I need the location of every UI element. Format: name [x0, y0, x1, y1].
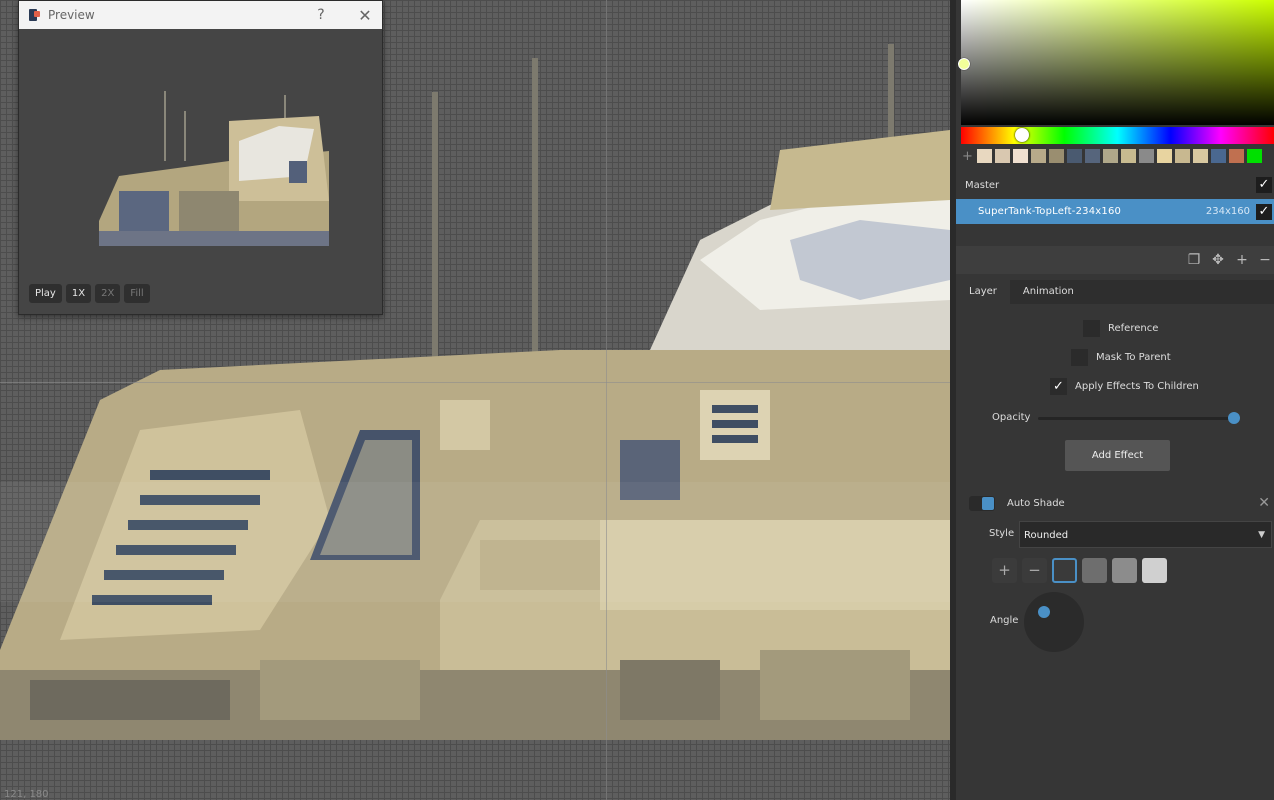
- tab-animation[interactable]: Animation: [1010, 280, 1087, 304]
- chevron-down-icon: ▼: [1258, 530, 1265, 540]
- palette-swatch[interactable]: [1049, 149, 1064, 163]
- add-shade-button[interactable]: +: [992, 558, 1017, 583]
- preview-titlebar[interactable]: Preview ? ✕: [19, 1, 382, 29]
- palette-swatch[interactable]: [1121, 149, 1136, 163]
- effect-header: Auto Shade ✕: [969, 495, 1274, 511]
- palette-swatch[interactable]: [1211, 149, 1226, 163]
- palette-swatch[interactable]: [1085, 149, 1100, 163]
- apply-effects-option[interactable]: ✓ Apply Effects To Children: [1050, 378, 1199, 395]
- hue-slider-handle[interactable]: [1015, 128, 1029, 142]
- layer-master-label: Master: [965, 179, 1000, 191]
- shade-swatch[interactable]: [1112, 558, 1137, 583]
- preview-window[interactable]: Preview ? ✕ Play 1X 2X Fill: [18, 0, 383, 315]
- zoom-2x-button[interactable]: 2X: [95, 284, 121, 303]
- add-effect-button[interactable]: Add Effect: [1065, 440, 1170, 471]
- right-panel: + Master ✓ SuperTank-TopLeft-234x160 234…: [956, 0, 1274, 800]
- style-select-value: Rounded: [1024, 530, 1069, 541]
- palette-swatch[interactable]: [1175, 149, 1190, 163]
- shade-swatch[interactable]: [1142, 558, 1167, 583]
- layer-selected-size: 234x160: [1205, 206, 1250, 217]
- palette-row: +: [961, 148, 1274, 164]
- opacity-slider-thumb[interactable]: [1228, 412, 1240, 424]
- palette-swatch[interactable]: [1157, 149, 1172, 163]
- preview-title: Preview: [48, 8, 95, 22]
- mask-to-parent-option[interactable]: Mask To Parent: [1071, 349, 1171, 366]
- saturation-value-picker[interactable]: [961, 0, 1274, 125]
- layer-selected-label: SuperTank-TopLeft-234x160: [978, 206, 1122, 217]
- close-icon[interactable]: ✕: [354, 6, 376, 25]
- play-button[interactable]: Play: [29, 284, 62, 303]
- remove-shade-button[interactable]: −: [1022, 558, 1047, 583]
- add-swatch-icon[interactable]: +: [961, 149, 974, 164]
- sv-picker-handle[interactable]: [958, 58, 970, 70]
- hue-slider[interactable]: [961, 127, 1274, 144]
- shade-swatch-row: + −: [992, 558, 1167, 583]
- shade-swatch[interactable]: [1082, 558, 1107, 583]
- opacity-slider[interactable]: [1038, 417, 1234, 420]
- angle-dial[interactable]: [1024, 592, 1084, 652]
- shade-swatch[interactable]: [1052, 558, 1077, 583]
- palette-swatch[interactable]: [1139, 149, 1154, 163]
- remove-effect-icon[interactable]: ✕: [1258, 495, 1270, 511]
- zoom-1x-button[interactable]: 1X: [65, 284, 92, 303]
- apply-effects-label: Apply Effects To Children: [1075, 381, 1199, 392]
- reference-checkbox[interactable]: [1083, 320, 1100, 337]
- effect-name: Auto Shade: [1007, 497, 1065, 509]
- cursor-coords: 121, 180: [4, 789, 49, 800]
- help-icon[interactable]: ?: [310, 7, 332, 23]
- palette-swatch[interactable]: [1067, 149, 1082, 163]
- effect-toggle[interactable]: [969, 495, 995, 511]
- reference-label: Reference: [1108, 323, 1159, 334]
- layer-master-visibility-checkbox[interactable]: ✓: [1256, 177, 1272, 193]
- panel-tabs: Layer Animation: [956, 280, 1274, 304]
- mask-to-parent-label: Mask To Parent: [1096, 352, 1171, 363]
- preview-thumbnail: [99, 91, 329, 246]
- horizontal-guide: [0, 382, 950, 383]
- reference-option[interactable]: Reference: [1083, 320, 1158, 337]
- palette-swatch[interactable]: [1193, 149, 1208, 163]
- palette-swatch[interactable]: [977, 149, 992, 163]
- style-label: Style: [989, 528, 1015, 539]
- palette-swatch[interactable]: [1247, 149, 1262, 163]
- vertical-guide: [606, 0, 607, 800]
- tab-layer[interactable]: Layer: [956, 280, 1010, 304]
- palette-swatch[interactable]: [995, 149, 1010, 163]
- palette-swatch[interactable]: [1229, 149, 1244, 163]
- palette-swatch[interactable]: [1103, 149, 1118, 163]
- layer-master[interactable]: Master ✓: [956, 173, 1274, 197]
- add-layer-icon[interactable]: +: [1234, 252, 1250, 268]
- fill-button[interactable]: Fill: [124, 284, 150, 303]
- style-select[interactable]: Rounded ▼: [1019, 521, 1272, 548]
- layer-toolbar: ❐ ✥ + −: [956, 246, 1274, 274]
- opacity-label: Opacity: [992, 412, 1031, 423]
- palette-swatch[interactable]: [1013, 149, 1028, 163]
- angle-label: Angle: [990, 615, 1019, 626]
- palette-swatch[interactable]: [1031, 149, 1046, 163]
- mask-to-parent-checkbox[interactable]: [1071, 349, 1088, 366]
- angle-dial-handle[interactable]: [1038, 606, 1050, 618]
- layer-selected-visibility-checkbox[interactable]: ✓: [1256, 203, 1272, 220]
- move-layer-icon[interactable]: ✥: [1210, 252, 1226, 268]
- duplicate-layer-icon[interactable]: ❐: [1186, 252, 1202, 268]
- remove-layer-icon[interactable]: −: [1257, 252, 1273, 268]
- apply-effects-checkbox[interactable]: ✓: [1050, 378, 1067, 395]
- app-logo-icon: [29, 9, 40, 21]
- layer-selected[interactable]: SuperTank-TopLeft-234x160 234x160 ✓: [956, 199, 1274, 224]
